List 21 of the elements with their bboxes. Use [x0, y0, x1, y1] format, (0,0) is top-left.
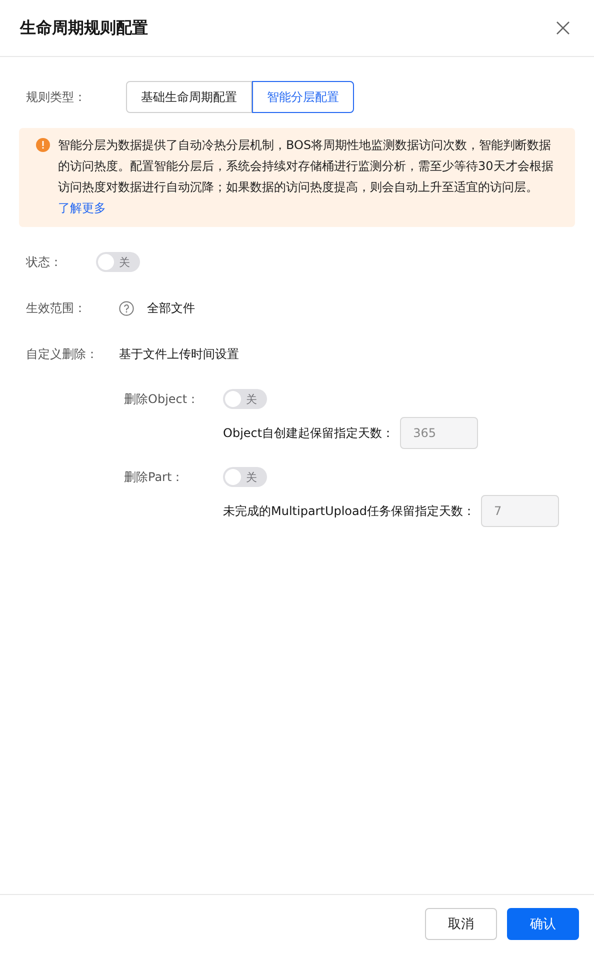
- dialog-title: 生命周期规则配置: [20, 18, 148, 38]
- confirm-button[interactable]: 确认: [507, 908, 579, 940]
- rule-type-tab[interactable]: 基础生命周期配置: [126, 81, 252, 113]
- field-label: Object自创建起保留指定天数：: [223, 424, 394, 442]
- warning-icon: [36, 138, 50, 152]
- field-label: 未完成的MultipartUpload任务保留指定天数：: [223, 502, 475, 520]
- notice-text: 智能分层为数据提供了自动冷热分层机制，BOS将周期性地监测数据访问次数，智能判断数据的访问热度。配置智能分层后，系统会持续对存储桶进行监测分析，需至少等待30天才会根据访问热度对数据进行自动沉降；如果数据的访问热度提高，则会自动上升至适宜的访问层。 了解更多: [58, 137, 554, 217]
- cancel-button[interactable]: 取消: [425, 908, 497, 940]
- field-label: 规则类型：: [25, 88, 87, 106]
- status-toggle[interactable]: 关: [96, 252, 140, 272]
- field-label: 删除Object：: [124, 390, 200, 408]
- field-label: 状态：: [25, 254, 63, 270]
- field-label: 删除Part：: [124, 468, 185, 486]
- help-icon[interactable]: [119, 300, 134, 316]
- learn-more-link[interactable]: 了解更多: [58, 201, 106, 215]
- field-label: 生效范围：: [25, 300, 87, 316]
- close-icon[interactable]: [556, 21, 570, 35]
- field-value: 基于文件上传时间设置: [119, 346, 239, 362]
- field-value: 全部文件: [147, 300, 195, 316]
- field-label: 自定义删除：: [25, 346, 99, 362]
- rule-type-tab[interactable]: 智能分层配置: [252, 81, 354, 113]
